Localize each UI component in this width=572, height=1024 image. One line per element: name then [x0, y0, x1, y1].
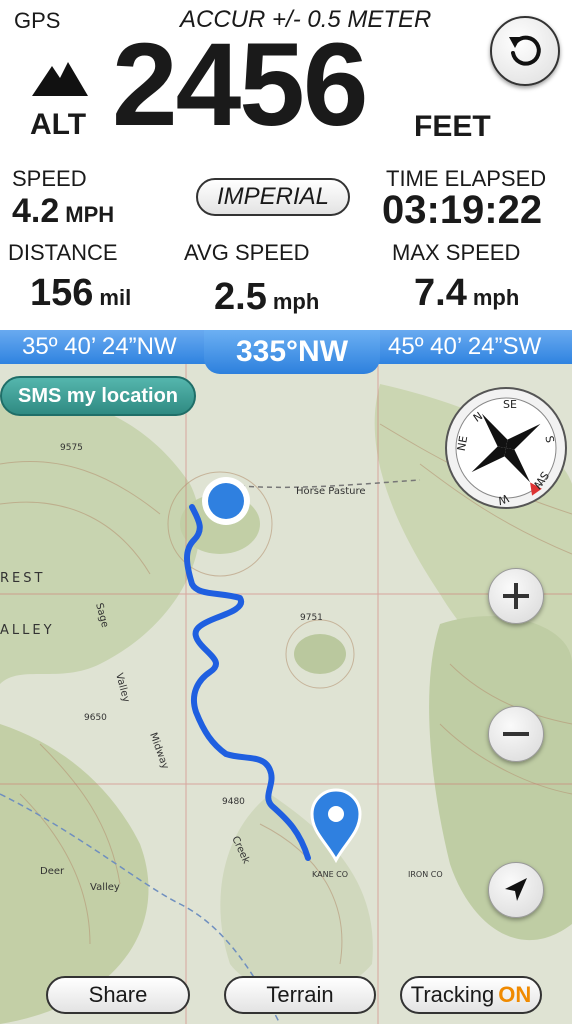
avg-speed-readout: 2.5 mph	[214, 276, 319, 319]
minus-icon	[503, 732, 529, 736]
refresh-icon	[509, 35, 541, 66]
terrain-button[interactable]: Terrain	[224, 976, 376, 1014]
location-arrow-icon	[505, 878, 527, 901]
heading-left-coordinate: 35º 40’ 24”NW	[22, 333, 177, 360]
zoom-in-button[interactable]	[488, 568, 544, 624]
speed-value: 4.2	[12, 192, 60, 230]
tracking-toggle-button[interactable]: Tracking ON	[400, 976, 542, 1014]
avg-speed-label: AVG SPEED	[184, 240, 310, 265]
max-speed-label: MAX SPEED	[392, 240, 521, 265]
time-elapsed-value: 03:19:22	[382, 188, 543, 232]
altitude-unit: FEET	[414, 110, 491, 143]
tracking-state: ON	[498, 982, 532, 1007]
mountain-icon	[32, 62, 88, 96]
heading-value: 335°NW	[235, 335, 349, 368]
share-button[interactable]: Share	[46, 976, 190, 1014]
refresh-button[interactable]	[490, 16, 560, 86]
plus-icon	[503, 583, 529, 609]
svg-text:NE: NE	[455, 435, 470, 452]
current-location-dot	[208, 483, 244, 519]
altitude-label: ALT	[30, 108, 87, 141]
map-label-rest: REST	[0, 571, 45, 586]
map-label-deer: Deer	[40, 866, 65, 877]
map-label-kane-co: KANE CO	[312, 870, 348, 879]
compass-icon[interactable]: N NE SE S SW W	[444, 386, 568, 510]
map-elevation-label: 9751	[300, 613, 323, 623]
map-elevation-label: 9575	[60, 443, 83, 453]
map-elevation-label: 9650	[84, 713, 107, 723]
svg-text:SE: SE	[503, 398, 517, 411]
map-label-iron-co: IRON CO	[408, 870, 443, 879]
heading-right-coordinate: 45º 40’ 24”SW	[388, 333, 542, 360]
map-label-alley: ALLEY	[0, 623, 55, 638]
avg-speed-unit: mph	[272, 289, 320, 314]
map-label-valley-2: Valley	[90, 882, 120, 893]
avg-speed-value: 2.5	[214, 276, 267, 318]
max-speed-unit: mph	[472, 285, 520, 310]
max-speed-readout: 7.4 mph	[414, 272, 519, 315]
distance-value: 156	[30, 272, 94, 314]
sms-location-button[interactable]: SMS my location	[0, 376, 196, 416]
max-speed-value: 7.4	[414, 272, 467, 314]
speed-unit: MPH	[65, 202, 115, 227]
speed-readout: 4.2 MPH	[12, 192, 114, 231]
distance-readout: 156 mil	[30, 272, 131, 315]
altitude-value: 2456	[112, 19, 369, 151]
tracking-label: Tracking	[410, 982, 495, 1007]
map-elevation-label: 9480	[222, 797, 245, 807]
heading-tab: 335°NW	[204, 330, 380, 374]
gps-label: GPS	[14, 8, 61, 33]
distance-label: DISTANCE	[8, 240, 118, 265]
zoom-out-button[interactable]	[488, 706, 544, 762]
locate-me-button[interactable]	[488, 862, 544, 918]
map-label-horse-pasture: Horse Pasture	[296, 486, 366, 497]
units-toggle-button[interactable]: IMPERIAL	[196, 178, 350, 216]
distance-unit: mil	[99, 285, 132, 310]
speed-label: SPEED	[12, 166, 87, 191]
